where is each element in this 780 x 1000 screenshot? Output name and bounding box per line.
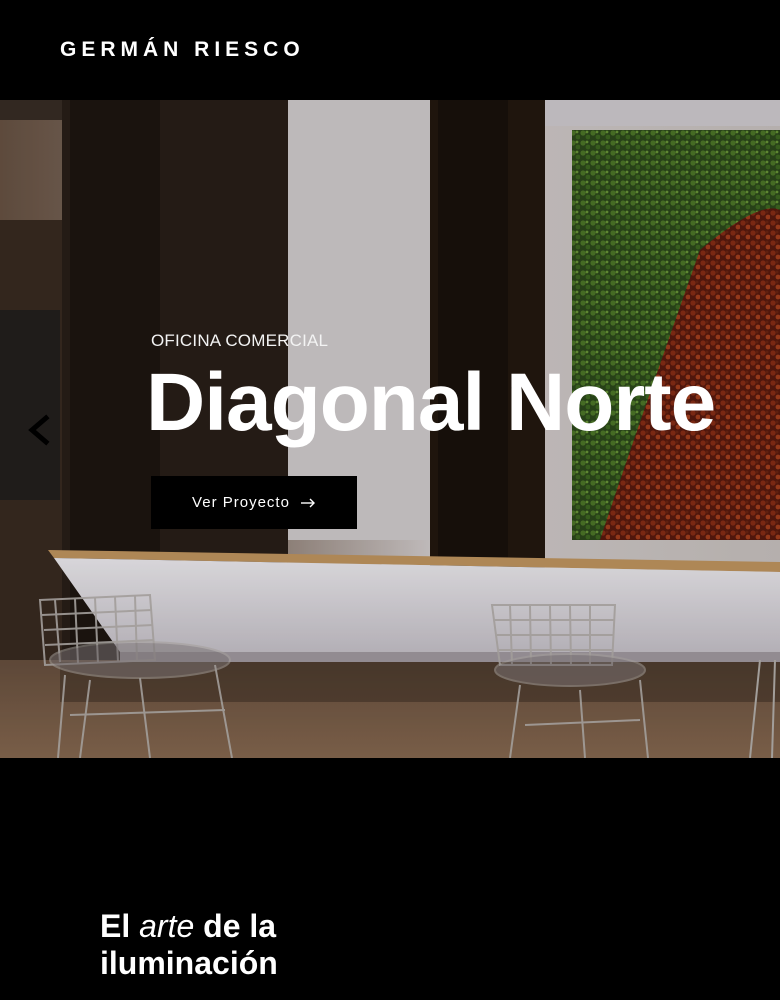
site-header: GERMÁN RIESCO — [0, 0, 780, 100]
slider-prev-button[interactable] — [24, 412, 56, 448]
hero-title: Diagonal Norte — [146, 357, 716, 448]
brand-logo[interactable]: GERMÁN RIESCO — [60, 38, 305, 62]
hero-eyebrow: OFICINA COMERCIAL — [151, 331, 329, 350]
intro-section: El arte de la iluminación — [0, 758, 780, 1000]
chevron-left-icon — [28, 414, 50, 446]
intro-heading-italic: arte — [139, 908, 195, 944]
intro-heading-part1: El — [100, 908, 131, 944]
view-project-button[interactable]: Ver Proyecto — [151, 476, 357, 529]
arrow-right-icon — [300, 498, 315, 507]
hero-slider: OFICINA COMERCIAL Diagonal Norte Ver Pro… — [0, 100, 780, 758]
intro-heading-part2: de la — [203, 908, 277, 944]
intro-heading-line2: iluminación — [100, 945, 278, 981]
intro-heading: El arte de la iluminación — [100, 908, 278, 982]
view-project-label: Ver Proyecto — [192, 494, 290, 511]
